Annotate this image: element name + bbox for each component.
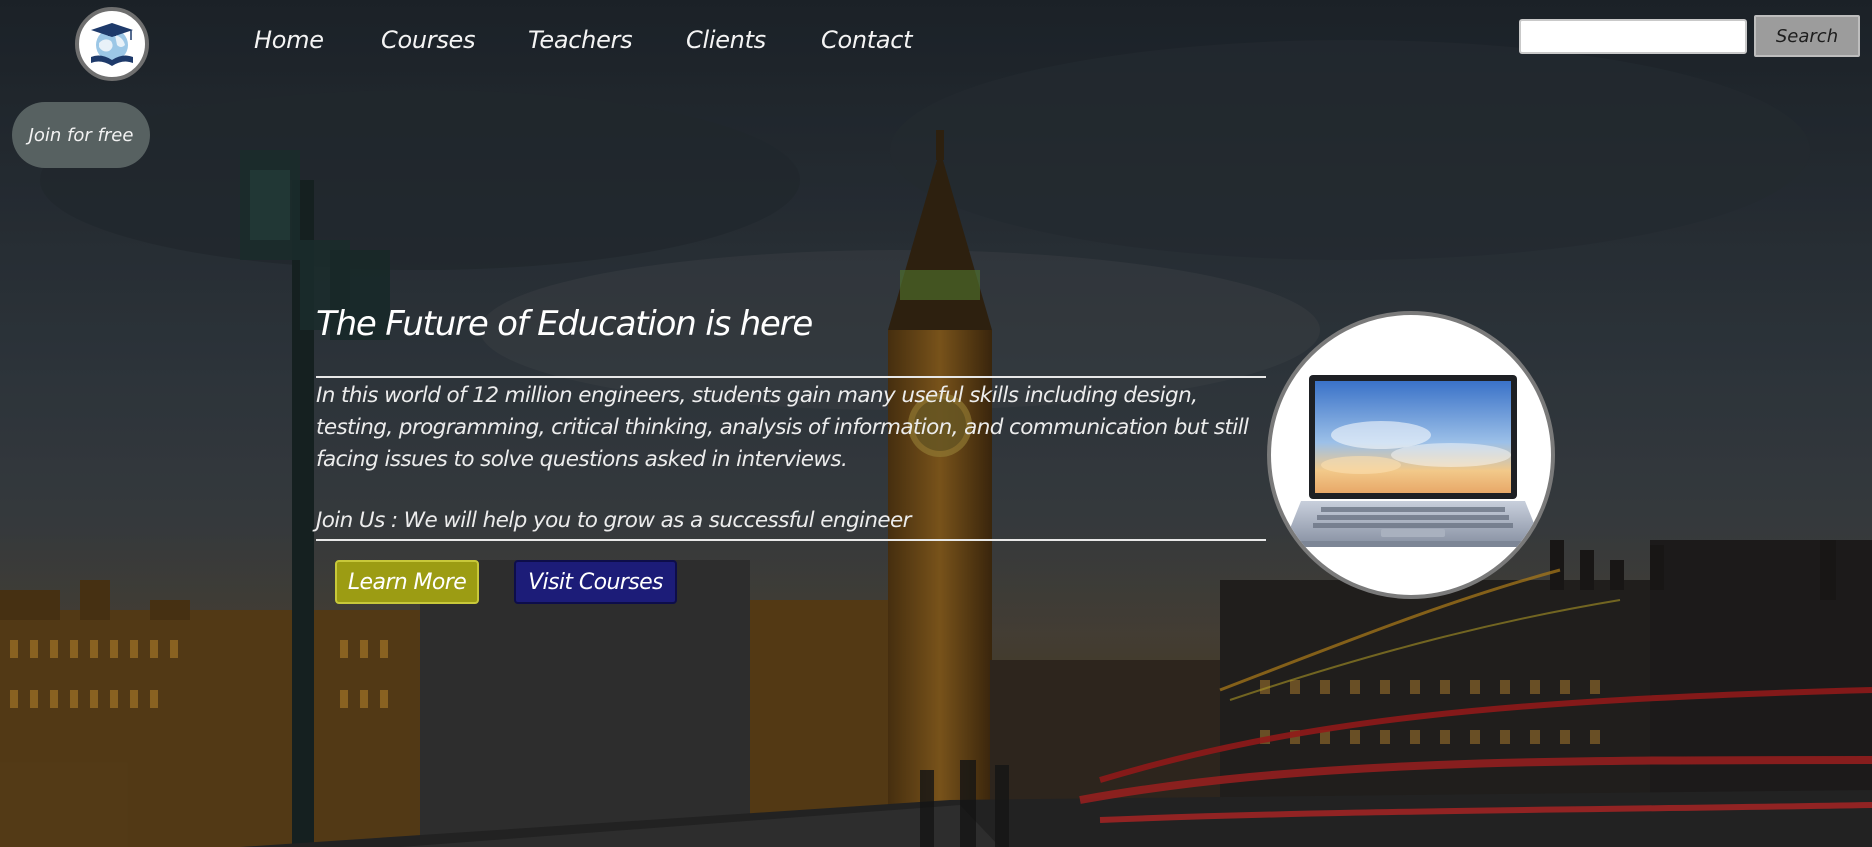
laptop-image bbox=[1267, 311, 1555, 599]
nav-item-teachers[interactable]: Teachers bbox=[528, 26, 633, 54]
visit-courses-button[interactable]: Visit Courses bbox=[514, 560, 677, 604]
search-button[interactable]: Search bbox=[1754, 15, 1860, 57]
learn-more-button[interactable]: Learn More bbox=[335, 560, 479, 604]
hero-divider-bottom bbox=[316, 539, 1266, 541]
hero-description: In this world of 12 million engineers, s… bbox=[316, 383, 1249, 472]
nav-item-contact[interactable]: Contact bbox=[821, 26, 913, 54]
hero-title: The Future of Education is here bbox=[316, 304, 813, 344]
hero-divider-top bbox=[316, 376, 1266, 378]
nav-item-clients[interactable]: Clients bbox=[686, 26, 766, 54]
laptop-illustration bbox=[1285, 375, 1541, 547]
search-input[interactable] bbox=[1519, 19, 1747, 54]
nav-item-home[interactable]: Home bbox=[254, 26, 324, 54]
nav-item-courses[interactable]: Courses bbox=[381, 26, 476, 54]
site-logo[interactable] bbox=[75, 7, 149, 81]
graduation-cap-globe-book-icon bbox=[91, 23, 133, 66]
join-for-free-button[interactable]: Join for free bbox=[12, 102, 150, 168]
hero-join-text: Join Us : We will help you to grow as a … bbox=[316, 508, 911, 533]
